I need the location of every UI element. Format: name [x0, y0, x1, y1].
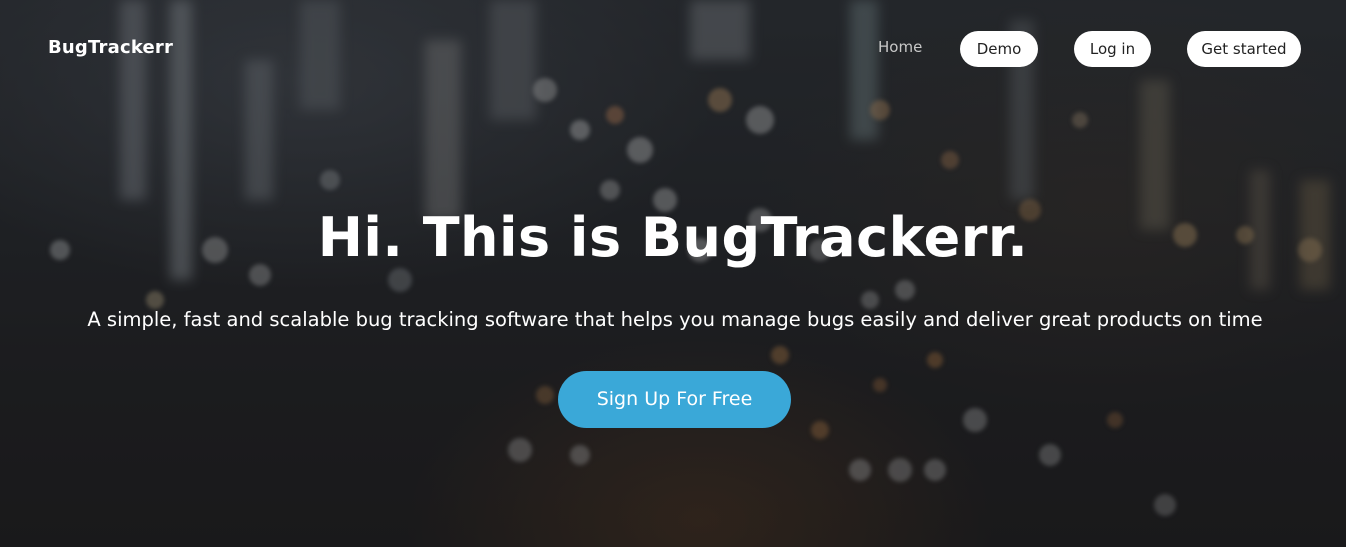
hero-subtitle: A simple, fast and scalable bug tracking… — [87, 308, 1263, 331]
nav-demo-button[interactable]: Demo — [960, 31, 1038, 67]
nav-login-button[interactable]: Log in — [1074, 31, 1151, 67]
nav-home-link[interactable]: Home — [878, 38, 922, 56]
sign-up-button[interactable]: Sign Up For Free — [558, 371, 791, 428]
nav-get-started-button[interactable]: Get started — [1187, 31, 1301, 67]
hero-headline: Hi. This is BugTrackerr. — [317, 206, 1029, 269]
brand-logo[interactable]: BugTrackerr — [48, 37, 173, 58]
navbar: BugTrackerr Home Demo Log in Get started — [0, 0, 1346, 98]
